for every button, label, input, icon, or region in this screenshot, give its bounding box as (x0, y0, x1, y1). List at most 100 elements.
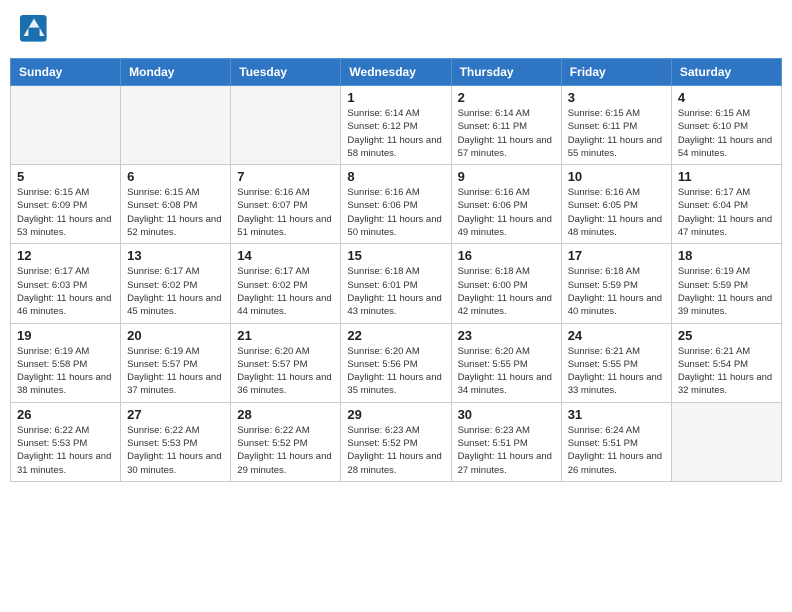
day-cell: 17Sunrise: 6:18 AM Sunset: 5:59 PM Dayli… (561, 244, 671, 323)
day-info: Sunrise: 6:19 AM Sunset: 5:58 PM Dayligh… (17, 345, 114, 398)
day-number: 18 (678, 248, 775, 263)
day-number: 12 (17, 248, 114, 263)
day-cell: 28 Sunrise: 6:22 AM Sunset: 5:52 PM Dayli… (231, 402, 341, 481)
day-cell: 6Sunrise: 6:15 AM Sunset: 6:08 PM Daylig… (121, 165, 231, 244)
day-cell: 3 Sunrise: 6:15 AM Sunset: 6:11 PM Daylig… (561, 86, 671, 165)
day-info: Sunrise: 6:15 AM Sunset: 6:11 PM Dayligh… (568, 107, 665, 160)
weekday-header-wednesday: Wednesday (341, 59, 451, 86)
day-cell: 29Sunrise: 6:23 AM Sunset: 5:52 PM Dayli… (341, 402, 451, 481)
day-info: Sunrise: 6:17 AM Sunset: 6:03 PM Dayligh… (17, 265, 114, 318)
day-info: Sunrise: 6:16 AM Sunset: 6:05 PM Dayligh… (568, 186, 665, 239)
day-number: 8 (347, 169, 444, 184)
day-number: 30 (458, 407, 555, 422)
day-info: Sunrise: 6:14 AM Sunset: 6:11 PM Dayligh… (458, 107, 555, 160)
day-info: Sunrise: 6:15 AM Sunset: 6:10 PM Dayligh… (678, 107, 775, 160)
day-number: 31 (568, 407, 665, 422)
day-number: 22 (347, 328, 444, 343)
day-number: 1 (347, 90, 444, 105)
day-number: 25 (678, 328, 775, 343)
day-number: 11 (678, 169, 775, 184)
day-info: Sunrise: 6:24 AM Sunset: 5:51 PM Dayligh… (568, 424, 665, 477)
day-number: 4 (678, 90, 775, 105)
week-row-4: 19 Sunrise: 6:19 AM Sunset: 5:58 PM Dayli… (11, 323, 782, 402)
day-number: 10 (568, 169, 665, 184)
day-number: 13 (127, 248, 224, 263)
weekday-header-monday: Monday (121, 59, 231, 86)
day-cell: 16 Sunrise: 6:18 AM Sunset: 6:00 PM Dayli… (451, 244, 561, 323)
day-number: 16 (458, 248, 555, 263)
weekday-header-saturday: Saturday (671, 59, 781, 86)
day-cell: 23Sunrise: 6:20 AM Sunset: 5:55 PM Dayli… (451, 323, 561, 402)
day-cell: 19 Sunrise: 6:19 AM Sunset: 5:58 PM Dayli… (11, 323, 121, 402)
day-cell: 27 Sunrise: 6:22 AM Sunset: 5:53 PM Dayli… (121, 402, 231, 481)
weekday-header-sunday: Sunday (11, 59, 121, 86)
day-number: 21 (237, 328, 334, 343)
day-cell: 26 Sunrise: 6:22 AM Sunset: 5:53 PM Dayli… (11, 402, 121, 481)
day-info: Sunrise: 6:20 AM Sunset: 5:55 PM Dayligh… (458, 345, 555, 398)
day-number: 28 (237, 407, 334, 422)
weekday-header-thursday: Thursday (451, 59, 561, 86)
day-number: 24 (568, 328, 665, 343)
day-info: Sunrise: 6:15 AM Sunset: 6:09 PM Dayligh… (17, 186, 114, 239)
day-info: Sunrise: 6:22 AM Sunset: 5:52 PM Dayligh… (237, 424, 334, 477)
day-cell (11, 86, 121, 165)
day-cell (121, 86, 231, 165)
day-info: Sunrise: 6:23 AM Sunset: 5:51 PM Dayligh… (458, 424, 555, 477)
day-cell: 31 Sunrise: 6:24 AM Sunset: 5:51 PM Dayli… (561, 402, 671, 481)
day-cell (671, 402, 781, 481)
day-info: Sunrise: 6:19 AM Sunset: 5:59 PM Dayligh… (678, 265, 775, 318)
day-number: 26 (17, 407, 114, 422)
day-cell: 15 Sunrise: 6:18 AM Sunset: 6:01 PM Dayli… (341, 244, 451, 323)
week-row-3: 12 Sunrise: 6:17 AM Sunset: 6:03 PM Dayli… (11, 244, 782, 323)
day-cell: 1 Sunrise: 6:14 AM Sunset: 6:12 PM Daylig… (341, 86, 451, 165)
weekday-header-tuesday: Tuesday (231, 59, 341, 86)
day-info: Sunrise: 6:22 AM Sunset: 5:53 PM Dayligh… (127, 424, 224, 477)
weekday-header-friday: Friday (561, 59, 671, 86)
day-number: 19 (17, 328, 114, 343)
day-info: Sunrise: 6:19 AM Sunset: 5:57 PM Dayligh… (127, 345, 224, 398)
day-info: Sunrise: 6:22 AM Sunset: 5:53 PM Dayligh… (17, 424, 114, 477)
week-row-1: 1 Sunrise: 6:14 AM Sunset: 6:12 PM Daylig… (11, 86, 782, 165)
page-header (10, 10, 782, 48)
day-cell: 10 Sunrise: 6:16 AM Sunset: 6:05 PM Dayli… (561, 165, 671, 244)
week-row-2: 5 Sunrise: 6:15 AM Sunset: 6:09 PM Daylig… (11, 165, 782, 244)
day-number: 5 (17, 169, 114, 184)
day-number: 3 (568, 90, 665, 105)
day-cell: 30 Sunrise: 6:23 AM Sunset: 5:51 PM Dayli… (451, 402, 561, 481)
day-info: Sunrise: 6:23 AM Sunset: 5:52 PM Dayligh… (347, 424, 444, 477)
day-cell: 12 Sunrise: 6:17 AM Sunset: 6:03 PM Dayli… (11, 244, 121, 323)
day-info: Sunrise: 6:17 AM Sunset: 6:02 PM Dayligh… (237, 265, 334, 318)
day-cell: 21 Sunrise: 6:20 AM Sunset: 5:57 PM Dayli… (231, 323, 341, 402)
day-info: Sunrise: 6:18 AM Sunset: 6:01 PM Dayligh… (347, 265, 444, 318)
day-info: Sunrise: 6:16 AM Sunset: 6:06 PM Dayligh… (458, 186, 555, 239)
day-info: Sunrise: 6:21 AM Sunset: 5:54 PM Dayligh… (678, 345, 775, 398)
day-info: Sunrise: 6:17 AM Sunset: 6:02 PM Dayligh… (127, 265, 224, 318)
day-cell: 5 Sunrise: 6:15 AM Sunset: 6:09 PM Daylig… (11, 165, 121, 244)
day-number: 15 (347, 248, 444, 263)
day-cell: 2 Sunrise: 6:14 AM Sunset: 6:11 PM Daylig… (451, 86, 561, 165)
day-info: Sunrise: 6:17 AM Sunset: 6:04 PM Dayligh… (678, 186, 775, 239)
day-cell: 14 Sunrise: 6:17 AM Sunset: 6:02 PM Dayli… (231, 244, 341, 323)
weekday-header-row: SundayMondayTuesdayWednesdayThursdayFrid… (11, 59, 782, 86)
day-info: Sunrise: 6:18 AM Sunset: 6:00 PM Dayligh… (458, 265, 555, 318)
day-cell: 25 Sunrise: 6:21 AM Sunset: 5:54 PM Dayli… (671, 323, 781, 402)
logo (20, 15, 52, 43)
day-number: 27 (127, 407, 224, 422)
day-info: Sunrise: 6:20 AM Sunset: 5:56 PM Dayligh… (347, 345, 444, 398)
day-info: Sunrise: 6:14 AM Sunset: 6:12 PM Dayligh… (347, 107, 444, 160)
logo-icon (20, 15, 48, 43)
day-cell: 20Sunrise: 6:19 AM Sunset: 5:57 PM Dayli… (121, 323, 231, 402)
day-info: Sunrise: 6:18 AM Sunset: 5:59 PM Dayligh… (568, 265, 665, 318)
day-info: Sunrise: 6:21 AM Sunset: 5:55 PM Dayligh… (568, 345, 665, 398)
week-row-5: 26 Sunrise: 6:22 AM Sunset: 5:53 PM Dayli… (11, 402, 782, 481)
day-cell: 4 Sunrise: 6:15 AM Sunset: 6:10 PM Daylig… (671, 86, 781, 165)
day-cell: 9Sunrise: 6:16 AM Sunset: 6:06 PM Daylig… (451, 165, 561, 244)
day-cell (231, 86, 341, 165)
calendar: SundayMondayTuesdayWednesdayThursdayFrid… (10, 58, 782, 482)
day-number: 14 (237, 248, 334, 263)
day-info: Sunrise: 6:20 AM Sunset: 5:57 PM Dayligh… (237, 345, 334, 398)
day-number: 6 (127, 169, 224, 184)
day-cell: 11 Sunrise: 6:17 AM Sunset: 6:04 PM Dayli… (671, 165, 781, 244)
day-number: 2 (458, 90, 555, 105)
day-cell: 24 Sunrise: 6:21 AM Sunset: 5:55 PM Dayli… (561, 323, 671, 402)
